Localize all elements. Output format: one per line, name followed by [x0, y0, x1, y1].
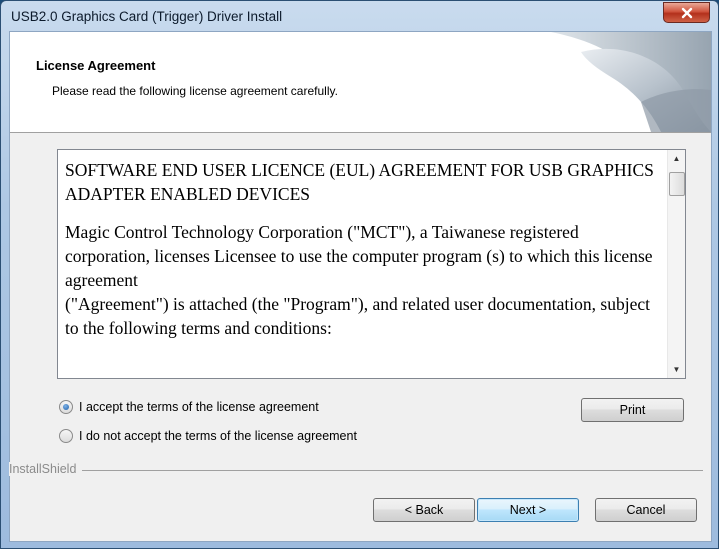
license-paragraph: ("Agreement") is attached (the "Program"… [65, 294, 650, 338]
vertical-scrollbar[interactable]: ▲ ▼ [667, 150, 685, 378]
dialog-client-area: License Agreement Please read the follow… [9, 31, 712, 542]
wizard-header: License Agreement Please read the follow… [10, 32, 711, 133]
installshield-brand: InstallShield [9, 462, 83, 476]
next-button[interactable]: Next > [477, 498, 579, 522]
license-text-box[interactable]: SOFTWARE END USER LICENCE (EUL) AGREEMEN… [57, 149, 686, 379]
decline-radio[interactable] [59, 429, 73, 443]
title-bar[interactable]: USB2.0 Graphics Card (Trigger) Driver In… [1, 1, 718, 31]
window-title: USB2.0 Graphics Card (Trigger) Driver In… [11, 9, 283, 24]
close-button[interactable] [663, 2, 710, 23]
scroll-thumb[interactable] [669, 172, 685, 196]
accept-radio[interactable] [59, 400, 73, 414]
license-heading: SOFTWARE END USER LICENCE (EUL) AGREEMEN… [65, 160, 654, 204]
license-text: SOFTWARE END USER LICENCE (EUL) AGREEMEN… [65, 158, 657, 354]
page-subtitle: Please read the following license agreem… [52, 84, 338, 98]
installshield-swoosh-graphic [551, 32, 711, 132]
license-paragraph: Magic Control Technology Corporation ("M… [65, 222, 653, 290]
back-button[interactable]: < Back [373, 498, 475, 522]
installer-window: USB2.0 Graphics Card (Trigger) Driver In… [0, 0, 719, 549]
footer-divider [10, 470, 703, 471]
decline-option[interactable]: I do not accept the terms of the license… [59, 429, 357, 443]
print-button[interactable]: Print [581, 398, 684, 422]
cancel-button[interactable]: Cancel [595, 498, 697, 522]
scroll-up-arrow-icon[interactable]: ▲ [668, 150, 685, 167]
decline-label[interactable]: I do not accept the terms of the license… [79, 429, 357, 443]
close-icon [681, 7, 692, 18]
accept-label[interactable]: I accept the terms of the license agreem… [79, 400, 319, 414]
accept-option[interactable]: I accept the terms of the license agreem… [59, 400, 319, 414]
page-title: License Agreement [36, 58, 156, 73]
scroll-down-arrow-icon[interactable]: ▼ [668, 361, 685, 378]
